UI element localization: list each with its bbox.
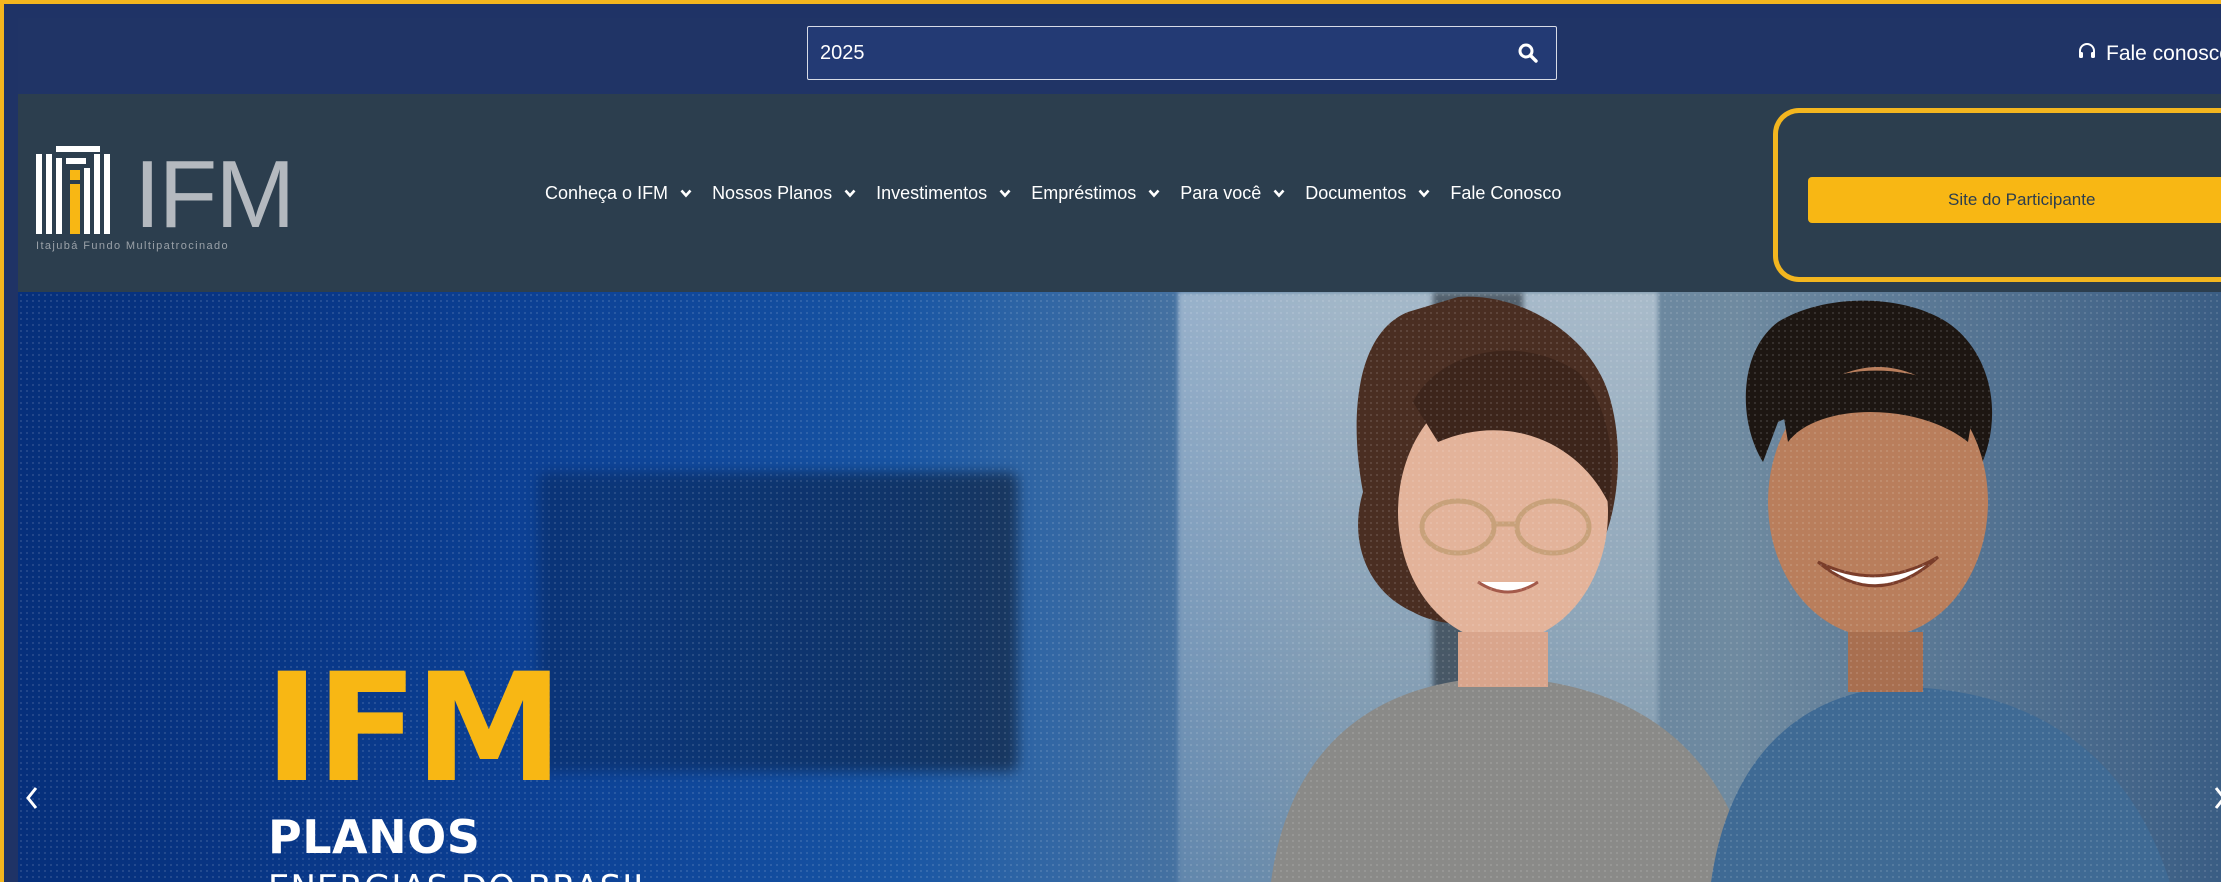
logo-tagline: Itajubá Fundo Multipatrocinado bbox=[36, 240, 230, 252]
chevron-left-icon bbox=[26, 787, 38, 809]
top-bar: 2025 Fale conosco bbox=[18, 18, 2221, 94]
nav-item-para-voce[interactable]: Para você bbox=[1180, 183, 1285, 204]
contact-link[interactable]: Fale conosco bbox=[2078, 34, 2221, 74]
logo-wordmark: IFM bbox=[134, 141, 295, 248]
contact-label: Fale conosco bbox=[2106, 42, 2221, 65]
hero-tagline: ENERGIAS DO BRASIL bbox=[268, 868, 653, 882]
logo-bars-icon bbox=[36, 146, 110, 234]
hero-subtitle: PLANOS bbox=[268, 810, 481, 864]
nav-item-investimentos[interactable]: Investimentos bbox=[876, 183, 1011, 204]
chevron-down-icon bbox=[1273, 189, 1285, 198]
main-nav: Conheça o IFM Nossos Planos Investimento… bbox=[545, 176, 1581, 210]
nav-item-fale-conosco[interactable]: Fale Conosco bbox=[1450, 183, 1561, 204]
nav-item-label: Empréstimos bbox=[1031, 182, 1137, 203]
nav-item-label: Investimentos bbox=[876, 182, 988, 203]
nav-item-documentos[interactable]: Documentos bbox=[1305, 183, 1430, 204]
participant-highlight: Site do Participante bbox=[1773, 108, 2221, 282]
site-header: IFM Itajubá Fundo Multipatrocinado Conhe… bbox=[18, 94, 2221, 292]
site-logo[interactable]: IFM Itajubá Fundo Multipatrocinado bbox=[34, 141, 304, 256]
participant-site-button[interactable]: Site do Participante bbox=[1808, 177, 2221, 223]
nav-item-label: Para você bbox=[1180, 182, 1262, 203]
headset-icon bbox=[2078, 42, 2096, 66]
nav-item-label: Conheça o IFM bbox=[545, 182, 669, 203]
search-input[interactable]: 2025 bbox=[808, 42, 1500, 65]
hero-banner: IFM PLANOS ENERGIAS DO BRASIL bbox=[18, 292, 2221, 882]
nav-item-label: Nossos Planos bbox=[712, 182, 833, 203]
nav-item-label: Documentos bbox=[1305, 182, 1407, 203]
carousel-next-button[interactable] bbox=[2208, 780, 2221, 816]
page-frame: 2025 Fale conosco IFM Itajubá Fundo Mult… bbox=[0, 0, 2221, 882]
chevron-down-icon bbox=[1418, 189, 1430, 198]
hero-title: IFM bbox=[264, 642, 564, 816]
chevron-down-icon bbox=[680, 189, 692, 198]
nav-item-conheca[interactable]: Conheça o IFM bbox=[545, 183, 692, 204]
nav-item-label: Fale Conosco bbox=[1450, 182, 1562, 203]
chevron-right-icon bbox=[2214, 787, 2221, 809]
search-icon[interactable] bbox=[1500, 27, 1556, 79]
nav-item-emprestimos[interactable]: Empréstimos bbox=[1031, 183, 1160, 204]
carousel-prev-button[interactable] bbox=[20, 780, 44, 816]
chevron-down-icon bbox=[1148, 189, 1160, 198]
search-box[interactable]: 2025 bbox=[807, 26, 1557, 80]
page-viewport: 2025 Fale conosco IFM Itajubá Fundo Mult… bbox=[18, 18, 2221, 882]
chevron-down-icon bbox=[844, 189, 856, 198]
nav-item-nossos-planos[interactable]: Nossos Planos bbox=[712, 183, 856, 204]
chevron-down-icon bbox=[999, 189, 1011, 198]
